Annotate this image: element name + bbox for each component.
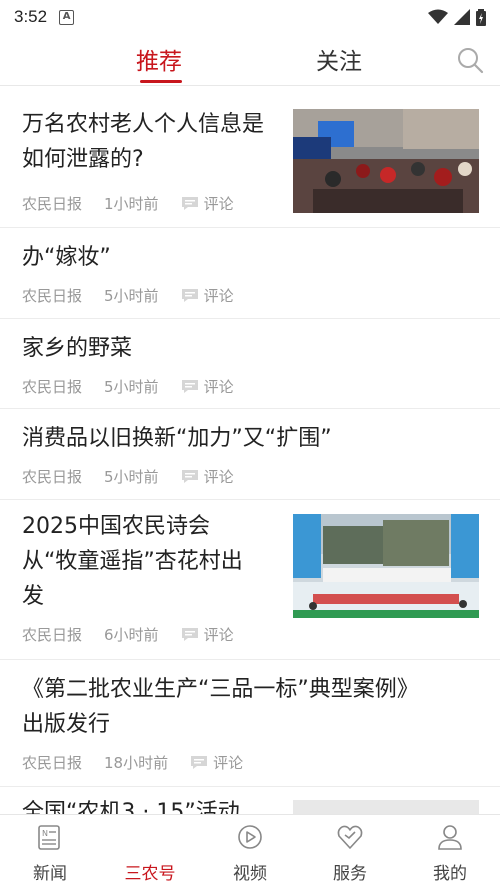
nav-label: 三农号	[124, 864, 176, 884]
comment-label: 评论	[213, 754, 244, 772]
svg-text:N: N	[42, 829, 48, 838]
nav-label: 视频	[233, 864, 267, 884]
news-source: 农民日报	[22, 468, 83, 486]
news-icon: N	[38, 825, 60, 850]
news-title: 2025中国农民诗会 从“牧童遥指”杏花村出 发	[22, 514, 243, 609]
news-title: 办“嫁妆”	[22, 245, 111, 270]
news-title: 家乡的野菜	[22, 336, 133, 361]
news-title: 消费品以旧换新“加力”又“扩围”	[22, 426, 332, 451]
comment-icon	[191, 756, 208, 769]
comment-button[interactable]: 评论	[181, 193, 234, 214]
news-source: 农民日报	[22, 754, 83, 772]
news-time: 5小时前	[104, 468, 159, 486]
news-time: 6小时前	[104, 626, 159, 644]
news-meta: 农民日报 5小时前 评论	[22, 285, 234, 306]
news-title: 《第二批农业生产“三品一标”典型案例》 出版发行	[22, 677, 419, 737]
nav-label: 服务	[333, 864, 367, 884]
comment-button[interactable]: 评论	[181, 624, 234, 645]
news-thumbnail[interactable]	[293, 800, 479, 814]
news-thumbnail[interactable]	[293, 109, 479, 213]
tab-recommend[interactable]: 推荐	[136, 42, 182, 76]
status-time: 3:52	[14, 7, 48, 26]
signal-icon	[454, 9, 470, 25]
comment-button[interactable]: 评论	[181, 466, 234, 487]
video-icon	[238, 825, 262, 849]
news-item[interactable]: 2025中国农民诗会 从“牧童遥指”杏花村出 发 农民日报 6小时前 评论	[0, 500, 500, 660]
comment-icon	[181, 628, 198, 641]
nav-profile[interactable]: 我的	[400, 815, 500, 888]
bottom-nav: N 新闻 三农号 视频 服务 我的	[0, 814, 500, 888]
notification-a-icon: A	[59, 9, 75, 25]
news-meta: 农民日报 6小时前 评论	[22, 624, 234, 645]
news-time: 5小时前	[104, 378, 159, 396]
news-source: 农民日报	[22, 626, 83, 644]
nav-video[interactable]: 视频	[200, 815, 300, 888]
nav-label: 我的	[433, 864, 467, 884]
nav-label: 新闻	[33, 864, 67, 884]
news-title: 全国“农机3 · 15”活动	[22, 800, 240, 814]
news-source: 农民日报	[22, 195, 83, 213]
news-source: 农民日报	[22, 287, 83, 305]
comment-icon	[181, 289, 198, 302]
news-time: 5小时前	[104, 287, 159, 305]
comment-icon	[181, 470, 198, 483]
news-item[interactable]: 《第二批农业生产“三品一标”典型案例》 出版发行 农民日报 18小时前 评论	[0, 660, 500, 787]
active-tab-indicator	[140, 80, 182, 83]
tab-follow[interactable]: 关注	[316, 42, 362, 76]
comment-icon	[181, 380, 198, 393]
news-item[interactable]: 万名农村老人个人信息是 如何泄露的? 农民日报 1小时前 评论	[0, 87, 500, 228]
news-item[interactable]: 办“嫁妆” 农民日报 5小时前 评论	[0, 228, 500, 319]
wifi-icon	[428, 9, 448, 24]
nav-sannong[interactable]: 三农号	[100, 815, 200, 888]
comment-icon	[181, 197, 198, 210]
news-meta: 农民日报 1小时前 评论	[22, 193, 234, 214]
nav-service[interactable]: 服务	[300, 815, 400, 888]
service-icon	[337, 825, 363, 849]
news-thumbnail[interactable]	[293, 514, 479, 618]
status-icons	[428, 8, 486, 26]
nav-news[interactable]: N 新闻	[0, 815, 100, 888]
comment-label: 评论	[203, 287, 234, 305]
comment-label: 评论	[203, 626, 234, 644]
battery-icon	[476, 8, 486, 26]
comment-label: 评论	[203, 378, 234, 396]
news-item[interactable]: 消费品以旧换新“加力”又“扩围” 农民日报 5小时前 评论	[0, 409, 500, 500]
news-time: 18小时前	[104, 754, 169, 772]
news-title: 万名农村老人个人信息是 如何泄露的?	[22, 112, 265, 172]
comment-label: 评论	[203, 468, 234, 486]
news-feed[interactable]: 万名农村老人个人信息是 如何泄露的? 农民日报 1小时前 评论 办“嫁妆” 农民…	[0, 87, 500, 814]
news-meta: 农民日报 5小时前 评论	[22, 466, 234, 487]
comment-button[interactable]: 评论	[190, 752, 243, 773]
comment-button[interactable]: 评论	[181, 285, 234, 306]
profile-icon	[438, 825, 462, 850]
comment-button[interactable]: 评论	[181, 376, 234, 397]
status-bar: 3:52 A	[0, 0, 500, 34]
news-item[interactable]: 家乡的野菜 农民日报 5小时前 评论	[0, 319, 500, 409]
news-item[interactable]: 全国“农机3 · 15”活动	[0, 787, 500, 814]
search-icon[interactable]	[456, 46, 484, 74]
news-time: 1小时前	[104, 195, 159, 213]
news-meta: 农民日报 18小时前 评论	[22, 752, 243, 773]
news-source: 农民日报	[22, 378, 83, 396]
top-tab-bar: 推荐 关注	[0, 34, 500, 86]
news-meta: 农民日报 5小时前 评论	[22, 376, 234, 397]
comment-label: 评论	[203, 195, 234, 213]
